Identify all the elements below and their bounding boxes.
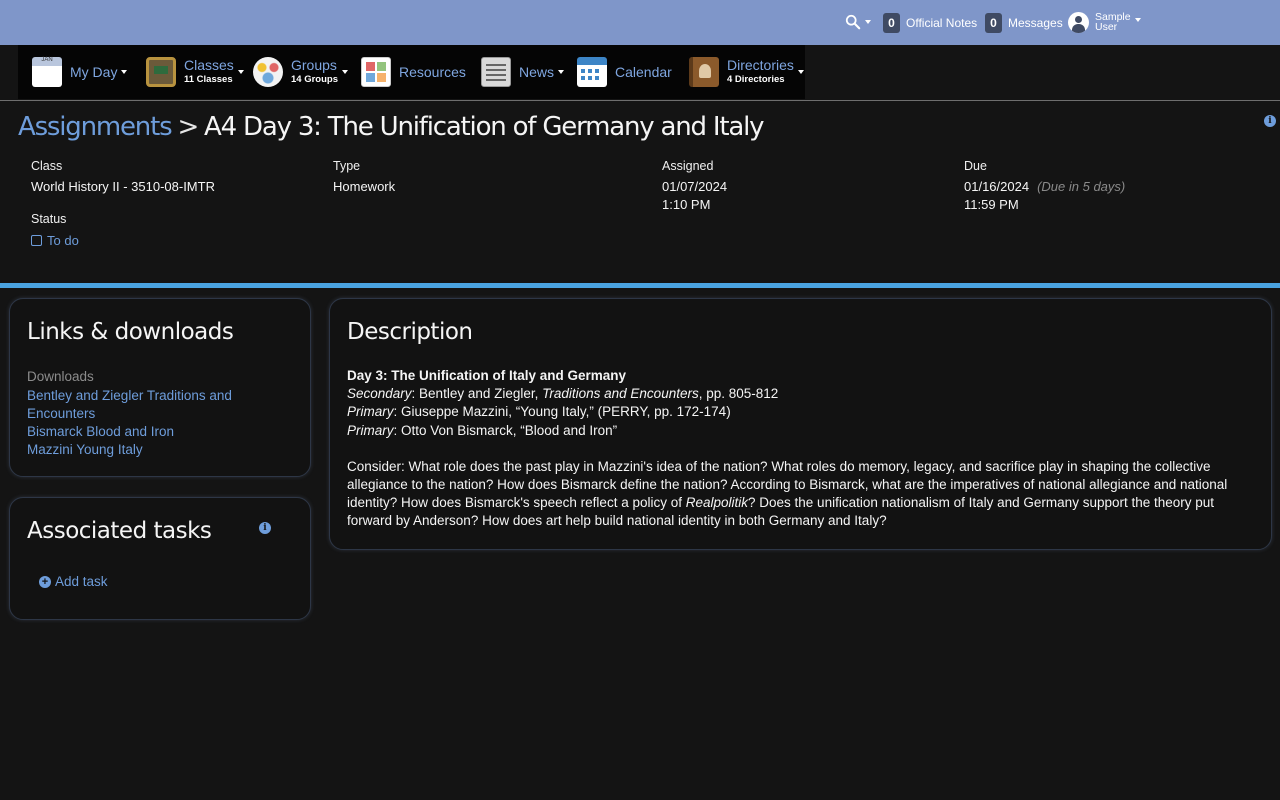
add-task-label: Add task [55,574,108,589]
description-line-primary-2-label: Primary [347,422,394,438]
nav-my-day-label: My Day [70,64,118,80]
top-bar: 0 Official Notes 0 Messages Sample User [0,0,1280,45]
nav-directories-label: Directories [727,56,794,73]
class-label: Class [31,159,63,173]
plus-circle-icon: + [39,575,51,588]
description-line-secondary-label: Secondary [347,386,412,402]
user-name: Sample User [1095,12,1131,33]
user-last-name: User [1095,21,1118,33]
assignment-title: A4 Day 3: The Unification of Germany and… [204,112,764,142]
due-countdown: (Due in 5 days) [1037,179,1126,194]
description-line-primary-1: Primary: Giuseppe Mazzini, “Young Italy,… [347,403,1257,421]
due-value: 01/16/2024 (Due in 5 days) 11:59 PM [964,178,1125,214]
status-label: Status [31,212,67,226]
official-notes-label: Official Notes [906,16,978,30]
description-line-secondary-text: : Bentley and Ziegler, [411,386,543,402]
messages-count: 0 [985,13,1002,33]
section-divider [0,283,1280,288]
nav-news[interactable]: News [481,45,565,99]
description-line-secondary-pages: , pp. 805-812 [698,386,779,402]
newspaper-icon [481,57,511,87]
page-title: Assignments > A4 Day 3: The Unification of… [18,112,765,142]
description-body: Day 3: The Unification of Italy and Germ… [347,367,1257,531]
nav-classes-count: 11 Classes [184,73,233,85]
nav-classes-label: Classes [184,56,234,73]
chevron-down-icon [865,20,871,24]
chevron-down-icon [558,70,565,74]
download-link-bentley-ziegler[interactable]: Bentley and Ziegler Traditions and Encou… [27,387,287,423]
description-line-primary-2: Primary: Otto Von Bismarck, “Blood and I… [347,422,1257,440]
search-icon [845,14,861,30]
calendar-icon [577,57,607,87]
download-link-bismarck[interactable]: Bismarck Blood and Iron [27,423,287,441]
user-avatar-icon [1068,11,1089,33]
description-title: Description [347,319,473,345]
messages-label: Messages [1008,16,1063,30]
chalkboard-icon [146,57,176,87]
nav-resources[interactable]: Resources [361,45,466,99]
description-consider: Consider: What role does the past play i… [347,458,1257,531]
info-icon[interactable]: i [259,522,271,534]
nav-resources-label: Resources [399,64,466,80]
nav-news-label: News [519,64,555,80]
calendar-day-icon-text: JAN [41,57,53,63]
chevron-down-icon [121,70,128,74]
nav-directories-count: 4 Directories [727,73,785,85]
checkbox-icon [31,235,42,246]
breadcrumb-assignments-link[interactable]: Assignments [18,112,173,142]
description-panel: Description Day 3: The Unification of It… [329,298,1272,550]
type-value: Homework [333,179,396,194]
nav-directories[interactable]: Directories 4 Directories [689,45,804,99]
description-line-secondary: Secondary: Bentley and Ziegler, Traditio… [347,385,1257,403]
assigned-label: Assigned [662,159,714,173]
official-notes-button[interactable]: 0 Official Notes [883,12,977,34]
description-line-primary-1-text: : Giuseppe Mazzini, “Young Italy,” (PERR… [393,404,731,420]
nav-my-day[interactable]: JAN My Day [32,45,128,99]
groups-icon [253,57,283,87]
nav-groups-label: Groups [291,56,337,73]
links-downloads-title: Links & downloads [27,319,234,345]
breadcrumb-separator: > [177,112,199,142]
downloads-heading: Downloads [27,369,94,384]
chevron-down-icon [237,70,244,74]
nav-calendar-label: Calendar [615,64,672,80]
assigned-date: 01/07/2024 [662,179,728,194]
nav-classes[interactable]: Classes 11 Classes [146,45,244,99]
type-label: Type [333,159,361,173]
nav-groups[interactable]: Groups 14 Groups [253,45,348,99]
directory-book-icon [689,57,719,87]
calendar-day-icon: JAN [32,57,62,87]
description-line-primary-2-text: : Otto Von Bismarck, “Blood and Iron” [393,422,618,438]
description-heading: Day 3: The Unification of Italy and Germ… [347,368,627,383]
assigned-time: 1:10 PM [662,197,711,212]
description-line-primary-1-label: Primary [347,404,394,420]
search-button[interactable] [845,12,871,32]
nav-calendar[interactable]: Calendar [577,45,672,99]
download-link-mazzini[interactable]: Mazzini Young Italy [27,441,287,459]
description-consider-term: Realpolitik [685,495,749,511]
chevron-down-icon [342,70,348,74]
chevron-down-icon [1134,18,1141,22]
description-line-secondary-book: Traditions and Encounters [542,386,699,402]
chevron-down-icon [797,70,804,74]
nav-groups-count: 14 Groups [291,73,338,85]
associated-tasks-title: Associated tasks [27,518,212,544]
status-value: To do [47,233,79,248]
resources-icon [361,57,391,87]
links-downloads-panel: Links & downloads Downloads Bentley and … [9,298,311,477]
user-menu[interactable]: Sample User [1068,8,1141,36]
class-value: World History II - 3510-08-IMTR [31,179,215,194]
main-nav: JAN My Day Classes 11 Classes Groups 14 … [18,45,805,99]
official-notes-count: 0 [883,13,900,33]
due-date: 01/16/2024 [964,179,1030,194]
associated-tasks-panel: Associated tasks i + Add task [9,497,311,620]
add-task-button[interactable]: + Add task [39,574,108,589]
due-time: 11:59 PM [964,197,1019,212]
main-nav-row: JAN My Day Classes 11 Classes Groups 14 … [0,45,1280,101]
due-label: Due [964,159,987,173]
status-todo-toggle[interactable]: To do [31,233,79,248]
info-icon[interactable]: i [1264,115,1276,127]
assigned-value: 01/07/2024 1:10 PM [662,178,727,214]
messages-button[interactable]: 0 Messages [985,12,1063,34]
